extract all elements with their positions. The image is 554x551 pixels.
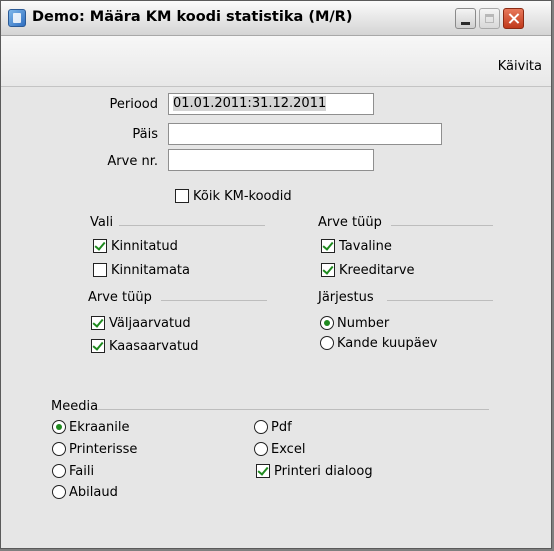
checkbox-checked-icon <box>321 263 335 277</box>
radio-icon <box>52 464 66 478</box>
app-icon <box>8 9 26 27</box>
sort-number-label: Number <box>337 315 390 331</box>
invoice-no-label: Arve nr. <box>107 154 158 169</box>
printer-dialog-checkbox[interactable]: Printeri dialoog <box>256 462 373 480</box>
toolbar: Käivita <box>1 36 551 87</box>
kinnitatud-checkbox[interactable]: Kinnitatud <box>93 237 178 255</box>
invoice-type-heading-right: Arve tüüp <box>318 215 382 230</box>
checkbox-icon <box>175 189 189 203</box>
radio-selected-icon <box>320 316 334 330</box>
dialog-window: Demo: Määra KM koodi statistika (M/R) Kä… <box>0 0 552 549</box>
period-field[interactable]: 01.01.2011:31.12.2011 <box>168 93 374 115</box>
media-pdf-label: Pdf <box>271 419 292 435</box>
radio-icon <box>52 442 66 456</box>
radio-selected-icon <box>52 420 66 434</box>
header-label: Päis <box>132 127 158 142</box>
media-file-radio[interactable]: Faili <box>52 462 94 480</box>
media-file-label: Faili <box>69 463 95 479</box>
invoice-type-divider-right <box>391 225 493 226</box>
checkbox-checked-icon <box>256 464 270 478</box>
vali-divider <box>119 225 265 226</box>
minimize-icon[interactable] <box>455 8 476 29</box>
kaasaarvatud-label: Kaasaarvatud <box>109 338 199 354</box>
sort-number-radio[interactable]: Number <box>320 314 389 332</box>
tavaline-checkbox[interactable]: Tavaline <box>321 237 392 255</box>
all-codes-label: Kõik KM-koodid <box>193 188 292 204</box>
media-printer-label: Printerisse <box>69 441 138 457</box>
kinnitamata-checkbox[interactable]: Kinnitamata <box>93 261 190 279</box>
media-heading: Meedia <box>51 399 99 414</box>
sort-date-radio[interactable]: Kande kuupäev <box>320 334 437 352</box>
form-area: Periood 01.01.2011:31.12.2011 Päis Arve … <box>1 87 551 548</box>
radio-icon <box>52 485 66 499</box>
vali-heading: Vali <box>90 215 114 230</box>
radio-icon <box>320 336 334 350</box>
invoice-no-field[interactable] <box>168 149 374 171</box>
printer-dialog-label: Printeri dialoog <box>274 463 373 479</box>
valjaarvatud-label: Väljaarvatud <box>109 315 191 331</box>
tavaline-label: Tavaline <box>339 238 392 254</box>
radio-icon <box>254 442 268 456</box>
close-icon[interactable] <box>503 8 524 29</box>
sort-divider <box>387 300 493 301</box>
title-bar[interactable]: Demo: Määra KM koodi statistika (M/R) <box>1 1 551 36</box>
media-printer-radio[interactable]: Printerisse <box>52 440 137 458</box>
media-screen-label: Ekraanile <box>69 419 130 435</box>
maximize-icon[interactable] <box>479 8 500 29</box>
checkbox-checked-icon <box>91 339 105 353</box>
all-codes-checkbox[interactable]: Kõik KM-koodid <box>175 187 292 205</box>
invoice-type-heading-left: Arve tüüp <box>88 290 152 305</box>
radio-icon <box>254 420 268 434</box>
invoice-type-divider-left <box>161 300 267 301</box>
window-title: Demo: Määra KM koodi statistika (M/R) <box>32 9 353 25</box>
valjaarvatud-checkbox[interactable]: Väljaarvatud <box>91 314 191 332</box>
kinnitamata-label: Kinnitamata <box>111 262 190 278</box>
media-screen-radio[interactable]: Ekraanile <box>52 418 129 436</box>
kreeditarve-label: Kreeditarve <box>339 262 415 278</box>
media-pdf-radio[interactable]: Pdf <box>254 418 292 436</box>
media-divider <box>97 409 489 410</box>
media-excel-radio[interactable]: Excel <box>254 440 305 458</box>
checkbox-icon <box>93 263 107 277</box>
kaasaarvatud-checkbox[interactable]: Kaasaarvatud <box>91 337 199 355</box>
checkbox-checked-icon <box>321 239 335 253</box>
sort-heading: Järjestus <box>318 290 374 305</box>
sort-date-label: Kande kuupäev <box>337 335 438 351</box>
header-field[interactable] <box>168 123 442 145</box>
period-label: Periood <box>109 97 159 112</box>
period-value: 01.01.2011:31.12.2011 <box>173 96 327 111</box>
checkbox-checked-icon <box>93 239 107 253</box>
run-button[interactable]: Käivita <box>498 59 542 74</box>
kreeditarve-checkbox[interactable]: Kreeditarve <box>321 261 415 279</box>
media-excel-label: Excel <box>271 441 306 457</box>
media-clipboard-radio[interactable]: Abilaud <box>52 483 118 501</box>
checkbox-checked-icon <box>91 316 105 330</box>
media-clipboard-label: Abilaud <box>69 484 118 500</box>
kinnitatud-label: Kinnitatud <box>111 238 178 254</box>
